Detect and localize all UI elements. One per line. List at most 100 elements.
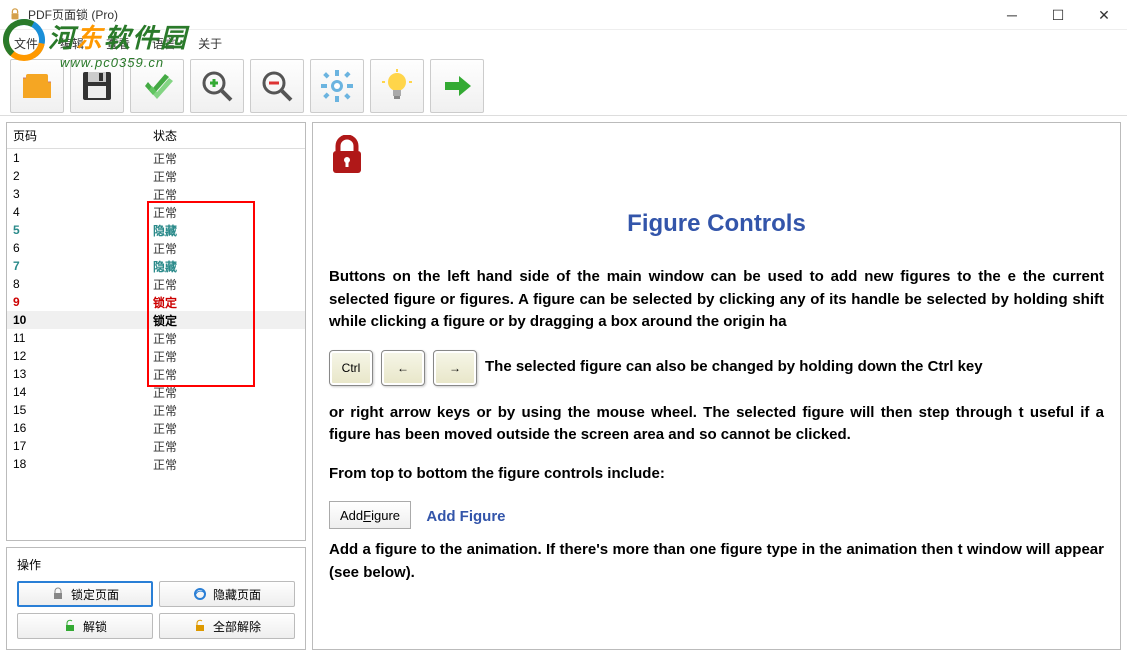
- table-row[interactable]: 15正常: [7, 401, 305, 419]
- cell-status: 正常: [147, 186, 305, 203]
- cell-status: 隐藏: [147, 258, 305, 275]
- window-controls: ─ ☐ ✕: [989, 0, 1127, 30]
- doc-paragraph-4: Add a figure to the animation. If there'…: [329, 539, 1104, 584]
- menu-about[interactable]: 关于: [188, 31, 232, 56]
- cell-status: 正常: [147, 366, 305, 383]
- cell-status: 正常: [147, 456, 305, 473]
- add-figure-button[interactable]: Add Figure: [329, 501, 411, 529]
- cell-page: 11: [7, 331, 147, 345]
- cell-page: 2: [7, 169, 147, 183]
- cell-page: 3: [7, 187, 147, 201]
- unlock-all-icon: [193, 619, 207, 633]
- table-row[interactable]: 10锁定: [7, 311, 305, 329]
- minimize-button[interactable]: ─: [989, 0, 1035, 30]
- table-row[interactable]: 5隐藏: [7, 221, 305, 239]
- table-row[interactable]: 12正常: [7, 347, 305, 365]
- table-row[interactable]: 14正常: [7, 383, 305, 401]
- watermark-text-orange: 东: [76, 23, 104, 53]
- page-list-panel: 页码 状态 1正常2正常3正常4正常5隐藏6正常7隐藏8正常9锁定10锁定11正…: [6, 122, 306, 541]
- table-row[interactable]: 4正常: [7, 203, 305, 221]
- table-row[interactable]: 7隐藏: [7, 257, 305, 275]
- cell-page: 9: [7, 295, 147, 309]
- watermark-text-suffix: 软件园: [104, 23, 188, 53]
- cell-status: 正常: [147, 168, 305, 185]
- preview-panel[interactable]: Figure Controls Buttons on the left hand…: [312, 122, 1121, 650]
- save-icon: [79, 68, 115, 104]
- zoom-in-icon: [199, 68, 235, 104]
- table-row[interactable]: 16正常: [7, 419, 305, 437]
- hide-icon: [193, 587, 207, 601]
- table-row[interactable]: 13正常: [7, 365, 305, 383]
- zoom-out-button[interactable]: [250, 59, 304, 113]
- actions-panel: 操作 锁定页面 隐藏页面 解锁 全部解除: [6, 547, 306, 650]
- unlock-button[interactable]: 解锁: [17, 613, 153, 639]
- actions-title: 操作: [17, 556, 295, 573]
- cell-page: 13: [7, 367, 147, 381]
- unlock-all-button[interactable]: 全部解除: [159, 613, 295, 639]
- left-arrow-key-icon: ←: [381, 350, 425, 386]
- watermark-logo-icon: [2, 18, 50, 62]
- right-arrow-key-icon: →: [433, 350, 477, 386]
- cell-status: 正常: [147, 438, 305, 455]
- cell-status: 正常: [147, 348, 305, 365]
- doc-paragraph-2a: The selected figure can also be changed …: [485, 356, 1104, 379]
- key-row: Ctrl ← → The selected figure can also be…: [329, 350, 1104, 386]
- cell-page: 17: [7, 439, 147, 453]
- table-row[interactable]: 1正常: [7, 149, 305, 167]
- list-header: 页码 状态: [7, 123, 305, 149]
- doc-paragraph-2b: or right arrow keys or by using the mous…: [329, 402, 1104, 447]
- bulb-icon: [379, 68, 415, 104]
- cell-status: 正常: [147, 420, 305, 437]
- gear-icon: [319, 68, 355, 104]
- table-row[interactable]: 18正常: [7, 455, 305, 473]
- hint-button[interactable]: [370, 59, 424, 113]
- cell-status: 正常: [147, 150, 305, 167]
- header-page[interactable]: 页码: [7, 123, 147, 148]
- next-button[interactable]: [430, 59, 484, 113]
- cell-page: 12: [7, 349, 147, 363]
- cell-status: 正常: [147, 240, 305, 257]
- cell-page: 6: [7, 241, 147, 255]
- cell-status: 锁定: [147, 294, 305, 311]
- add-figure-subtitle: Add Figure: [426, 508, 505, 525]
- cell-page: 18: [7, 457, 147, 471]
- table-row[interactable]: 3正常: [7, 185, 305, 203]
- cell-status: 正常: [147, 402, 305, 419]
- maximize-button[interactable]: ☐: [1035, 0, 1081, 30]
- lock-large-icon: [329, 135, 365, 175]
- left-column: 页码 状态 1正常2正常3正常4正常5隐藏6正常7隐藏8正常9锁定10锁定11正…: [6, 122, 306, 650]
- table-row[interactable]: 11正常: [7, 329, 305, 347]
- table-row[interactable]: 2正常: [7, 167, 305, 185]
- list-body[interactable]: 1正常2正常3正常4正常5隐藏6正常7隐藏8正常9锁定10锁定11正常12正常1…: [7, 149, 305, 540]
- cell-status: 正常: [147, 330, 305, 347]
- cell-status: 正常: [147, 204, 305, 221]
- check-icon: [139, 68, 175, 104]
- cell-page: 15: [7, 403, 147, 417]
- cell-page: 5: [7, 223, 147, 237]
- settings-button[interactable]: [310, 59, 364, 113]
- cell-status: 锁定: [147, 312, 305, 329]
- lock-page-button[interactable]: 锁定页面: [17, 581, 153, 607]
- cell-status: 正常: [147, 276, 305, 293]
- close-button[interactable]: ✕: [1081, 0, 1127, 30]
- cell-page: 8: [7, 277, 147, 291]
- unlock-icon: [63, 619, 77, 633]
- zoom-out-icon: [259, 68, 295, 104]
- cell-status: 正常: [147, 384, 305, 401]
- zoom-in-button[interactable]: [190, 59, 244, 113]
- table-row[interactable]: 9锁定: [7, 293, 305, 311]
- lock-icon: [51, 587, 65, 601]
- hide-page-button[interactable]: 隐藏页面: [159, 581, 295, 607]
- folder-icon: [19, 68, 55, 104]
- table-row[interactable]: 17正常: [7, 437, 305, 455]
- cell-page: 4: [7, 205, 147, 219]
- main-area: 页码 状态 1正常2正常3正常4正常5隐藏6正常7隐藏8正常9锁定10锁定11正…: [0, 116, 1127, 656]
- cell-page: 1: [7, 151, 147, 165]
- table-row[interactable]: 8正常: [7, 275, 305, 293]
- cell-status: 隐藏: [147, 222, 305, 239]
- cell-page: 10: [7, 313, 147, 327]
- cell-page: 16: [7, 421, 147, 435]
- table-row[interactable]: 6正常: [7, 239, 305, 257]
- header-status[interactable]: 状态: [147, 123, 305, 148]
- cell-page: 14: [7, 385, 147, 399]
